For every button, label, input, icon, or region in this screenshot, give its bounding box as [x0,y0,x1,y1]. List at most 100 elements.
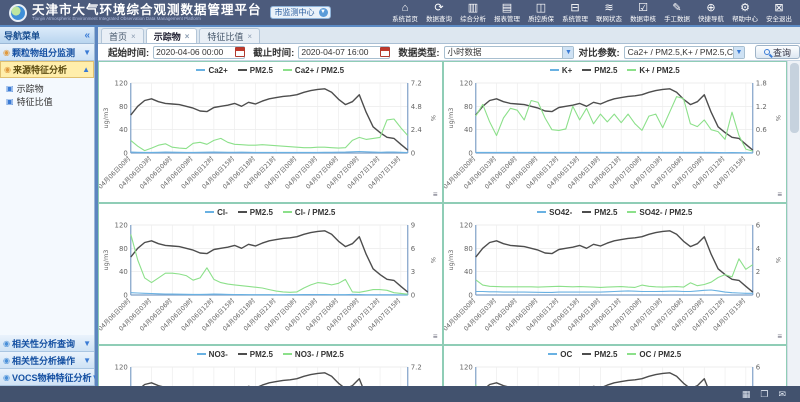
station-select[interactable]: 市监测中心 ▼ [270,6,331,19]
manual-data-icon: ✎ [660,3,694,16]
sidebar-group-相关性分析查询[interactable]: ◉相关性分析查询▼ [0,335,94,352]
vertical-scrollbar[interactable] [787,61,800,386]
nav-item-系统首页[interactable]: ⌂系统首页 [388,2,422,23]
legend-item[interactable]: PM2.5 [582,208,617,217]
svg-text:04月07日15时: 04月07日15时 [710,296,747,333]
nav-item-label: 质控质保 [525,16,556,22]
legend-item[interactable]: Cl- / PM2.5 [283,208,335,217]
nav-item-安全退出[interactable]: ⊠安全退出 [762,2,796,23]
folder-icon: ◉ [3,48,10,57]
nav-item-label: 帮助中心 [729,16,760,22]
chart-menu-icon[interactable]: ≡ [777,333,782,341]
sidebar-item-示踪物[interactable]: ▣示踪物 [6,82,92,95]
line-chart[interactable]: 0408012000.61.21.8ug/m3%04月06日00时04月06日0… [444,75,787,201]
chart-menu-icon[interactable]: ≡ [433,191,438,199]
legend-item[interactable]: SO42- [537,208,572,217]
legend-item[interactable]: OC / PM2.5 [627,350,681,359]
nav-item-label: 快捷导航 [695,16,726,22]
printer-icon[interactable]: ❐ [760,389,768,400]
end-time-input[interactable] [298,46,390,59]
nav-item-联网状态[interactable]: ≋联网状态 [592,2,626,23]
start-time-input[interactable] [153,46,245,59]
folder-icon: ◉ [4,65,11,74]
search-button[interactable]: 查询 [755,45,800,59]
line-chart[interactable]: 040801200246ug/m3%04月06日00时04月06日03时04月0… [444,359,787,386]
legend-swatch [197,353,206,355]
legend-item[interactable]: PM2.5 [582,66,617,75]
calendar-grid-icon[interactable]: ▦ [742,389,751,400]
nav-item-系统管理[interactable]: ⊟系统管理 [558,2,592,23]
tab-首页[interactable]: 首页× [101,28,144,43]
analysis-icon: ▥ [456,3,490,16]
legend-item[interactable]: Cl- [205,208,228,217]
nav-item-label: 数据查询 [423,16,454,22]
legend-item[interactable]: Ca2+ [196,66,227,75]
sidebar-collapse-icon[interactable]: « [84,30,90,41]
line-chart[interactable]: 0408012002.44.87.2ug/m3%04月06日00时04月06日0… [99,75,442,201]
nav-item-手工数据[interactable]: ✎手工数据 [660,2,694,23]
legend-label: Cl- / PM2.5 [295,208,335,217]
nav-item-质控质保[interactable]: ◫质控质保 [524,2,558,23]
legend-item[interactable]: OC [548,350,572,359]
chart-menu-icon[interactable]: ≡ [433,333,438,341]
legend-label: PM2.5 [250,66,273,75]
nav-item-数据查询[interactable]: ⟳数据查询 [422,2,456,23]
sidebar-item-特征比值[interactable]: ▣特征比值 [6,95,92,108]
data-type-select[interactable]: 小时数据 ▼ [444,46,575,59]
close-icon[interactable]: × [185,32,190,41]
legend-swatch [548,353,557,355]
svg-text:40: 40 [119,126,128,134]
legend-item[interactable]: SO42- / PM2.5 [627,208,692,217]
legend-label: PM2.5 [250,350,273,359]
close-icon[interactable]: × [247,32,252,41]
line-chart[interactable]: 040801200246ug/m3%04月06日00时04月06日03时04月0… [444,217,787,343]
sidebar-group-VOCS物种特征分析[interactable]: ◉VOCS物种特征分析▼ [0,369,94,386]
legend-item[interactable]: K+ [550,66,572,75]
legend-item[interactable]: NO3- / PM2.5 [283,350,344,359]
chart-menu-icon[interactable]: ≡ [777,191,782,199]
svg-text:1.8: 1.8 [755,79,766,87]
tab-示踪物[interactable]: 示踪物 × [146,28,198,43]
close-icon[interactable]: × [131,32,136,41]
mail-icon[interactable]: ✉ [778,389,786,400]
legend-item[interactable]: Ca2+ / PM2.5 [283,66,344,75]
calendar-icon[interactable] [235,47,245,57]
folder-icon: ◉ [3,373,10,382]
svg-text:40: 40 [463,268,472,276]
data-type-value: 小时数据 [448,46,482,58]
chevron-down-icon: ▼ [319,8,328,17]
nav-item-数据审核[interactable]: ☑数据审核 [626,2,660,23]
svg-text:3: 3 [411,268,415,276]
nav-item-label: 数据审核 [627,16,658,22]
sidebar-group-颗粒物组分监测[interactable]: ◉颗粒物组分监测▼ [0,44,94,61]
scrollbar-thumb[interactable] [790,63,799,133]
calendar-icon[interactable] [380,47,390,57]
chart-legend: OC PM2.5 OC / PM2.5 [444,346,787,359]
svg-text:%: % [774,257,782,263]
tab-特征比值[interactable]: 特征比值× [199,28,260,43]
legend-item[interactable]: PM2.5 [238,66,273,75]
chart-panel: K+ PM2.5 K+ / PM2.50408012000.61.21.8ug/m3… [443,61,788,203]
line-chart[interactable]: 040801200369ug/m3%04月06日00时04月06日03时04月0… [99,217,442,343]
compare-param-select[interactable]: Ca2+ / PM2.5,K+ / PM2.5,C ▼ [624,46,745,59]
sidebar-group-来源特征分析[interactable]: ◉来源特征分析▲ [0,61,94,78]
nav-item-综合分析[interactable]: ▥综合分析 [456,2,490,23]
legend-item[interactable]: PM2.5 [238,350,273,359]
legend-item[interactable]: PM2.5 [582,350,617,359]
line-chart[interactable]: 0408012002.44.87.2ug/m3%04月06日00时04月06日0… [99,359,442,386]
chart-legend: Cl- PM2.5 Cl- / PM2.5 [99,204,442,217]
sidebar-group-相关性分析操作[interactable]: ◉相关性分析操作▼ [0,352,94,369]
legend-item[interactable]: NO3- [197,350,228,359]
nav-item-快捷导航[interactable]: ⊕快捷导航 [694,2,728,23]
end-time-label: 截止时间: [253,45,294,59]
legend-item[interactable]: K+ / PM2.5 [627,66,679,75]
legend-label: OC [560,350,572,359]
nav-item-帮助中心[interactable]: ⚙帮助中心 [728,2,762,23]
legend-item[interactable]: PM2.5 [238,208,273,217]
charts-area: Ca2+PM2.5Ca2+ / PM2.50408012002.44.87.2u… [98,61,800,386]
svg-text:%: % [430,257,438,263]
svg-text:80: 80 [463,103,472,111]
nav-item-报表管理[interactable]: ▤报表管理 [490,2,524,23]
svg-text:6: 6 [755,363,759,371]
tab-label: 示踪物 [154,30,181,43]
